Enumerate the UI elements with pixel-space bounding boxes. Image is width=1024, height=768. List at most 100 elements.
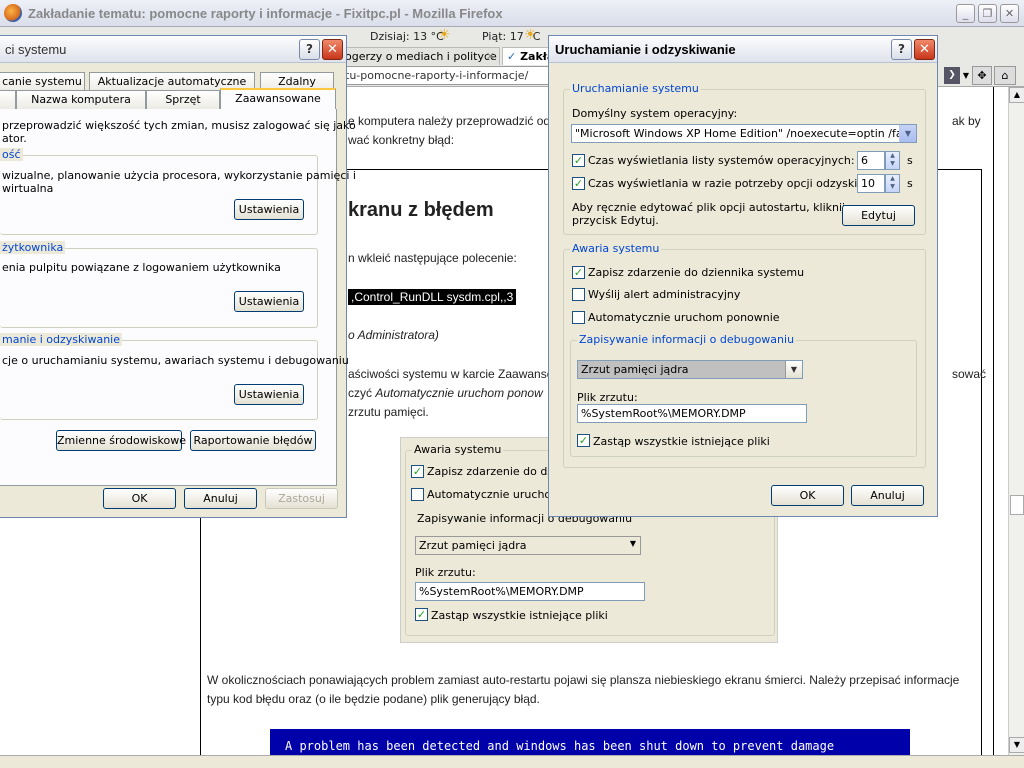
addon-icon[interactable]: ✥: [972, 66, 992, 85]
dialog-title-bar: ci systemu ? ✕: [0, 36, 346, 63]
screenshot-text: Plik zrzutu:: [415, 566, 476, 579]
scroll-down-icon[interactable]: ▼: [1009, 737, 1024, 753]
group-label: Uruchamianie systemu: [570, 82, 701, 95]
send-alert-label: Wyślij alert administracyjny: [588, 288, 741, 301]
dump-type-select[interactable]: Zrzut pamięci jądra ▼: [577, 360, 803, 379]
article-heading: kranu z błędem: [348, 199, 494, 221]
startup-recovery-group: manie i odzyskiwanie: [0, 333, 318, 420]
scroll-thumb[interactable]: [1010, 495, 1024, 515]
performance-text: wizualne, planowanie użycia procesora, w…: [2, 169, 356, 195]
edit-button[interactable]: Edytuj: [842, 205, 915, 226]
scroll-up-icon[interactable]: ▲: [1009, 87, 1024, 103]
tab-active[interactable]: ✓ Zakła: [502, 47, 550, 65]
tab-close-icon[interactable]: ✕: [486, 50, 495, 63]
default-os-select[interactable]: "Microsoft Windows XP Home Edition" /noe…: [571, 124, 917, 143]
seconds-unit: s: [907, 154, 913, 167]
tab-list-icon[interactable]: ❯: [944, 67, 960, 84]
close-icon[interactable]: ✕: [914, 39, 935, 60]
dump-file-input[interactable]: %SystemRoot%\MEMORY.DMP: [577, 404, 807, 423]
dialog-title: ci systemu: [5, 42, 67, 57]
time-list-checkbox[interactable]: ✓: [572, 154, 585, 167]
time-recovery-checkbox[interactable]: ✓: [572, 177, 585, 190]
cancel-button[interactable]: Anuluj: [184, 488, 257, 509]
dropdown-arrow-icon[interactable]: ▼: [899, 125, 916, 142]
close-icon[interactable]: ✕: [322, 39, 343, 60]
tab-advanced[interactable]: Zaawansowane: [220, 88, 336, 109]
weather-today[interactable]: Dzisiaj: 13 °C: [370, 30, 444, 43]
screenshot-combo: Zrzut pamięci jądra ▼: [415, 536, 641, 555]
command-code: ,Control_RunDLL sysdm.cpl,,3: [348, 289, 517, 305]
close-icon[interactable]: ✕: [1000, 4, 1019, 23]
tab-system-restore[interactable]: canie systemu: [0, 72, 85, 91]
page-scrollbar[interactable]: ▲ ▼: [1008, 87, 1024, 755]
overwrite-checkbox[interactable]: ✓: [577, 434, 590, 447]
firefox-logo-icon: [4, 4, 22, 22]
group-label: ość: [0, 148, 23, 161]
user-profiles-settings-button[interactable]: Ustawienia: [234, 291, 304, 312]
window-title: Zakładanie tematu: pomocne raporty i inf…: [28, 6, 503, 21]
tab-computer-name[interactable]: Nazwa komputera: [16, 90, 146, 109]
screenshot-text: Zastąp wszystkie istniejące pliki: [431, 609, 608, 622]
article-border: [993, 87, 994, 755]
dump-file-label: Plik zrzutu:: [577, 391, 638, 404]
default-os-value: "Microsoft Windows XP Home Edition" /noe…: [575, 127, 900, 140]
screenshot-checkbox: ✓: [411, 465, 424, 478]
time-recovery-spinner[interactable]: ▲ ▼: [885, 174, 900, 193]
dropdown-icon[interactable]: ▼: [960, 67, 972, 84]
startup-recovery-text: cje o uruchamianiu systemu, awariach sys…: [2, 354, 349, 367]
tab-hardware[interactable]: Sprzęt: [146, 90, 220, 109]
tab-panel: przeprowadzić większość tych zmian, musi…: [0, 109, 356, 486]
dialog-title-bar: Uruchamianie i odzyskiwanie ? ✕: [549, 36, 937, 63]
system-properties-dialog: ci systemu ? ✕ canie systemu Aktualizacj…: [0, 35, 356, 518]
auto-restart-checkbox[interactable]: [572, 311, 585, 324]
performance-group: ość: [0, 148, 318, 235]
article-text: sować: [952, 367, 987, 381]
dropdown-arrow-icon[interactable]: ▼: [785, 361, 802, 378]
home-icon[interactable]: ⌂: [994, 66, 1016, 85]
time-recovery-input[interactable]: 10: [857, 174, 885, 193]
user-profiles-text: enia pulpitu powiązane z logowaniem użyt…: [2, 261, 281, 274]
ok-button[interactable]: OK: [771, 485, 844, 506]
screenshot-checkbox: ✓: [415, 608, 428, 621]
intro-text: przeprowadzić większość tych zmian, musi…: [2, 119, 356, 145]
article-text: wać konkretny błąd:: [348, 133, 455, 147]
article-text: n wkleić następujące polecenie:: [348, 251, 517, 265]
time-recovery-label: Czas wyświetlania w razie potrzeby opcji…: [588, 177, 894, 190]
edit-instructions: Aby ręcznie edytować plik opcji autostar…: [572, 201, 846, 227]
apply-button[interactable]: Zastosuj: [265, 488, 338, 509]
tab-label: Zakła: [520, 50, 549, 63]
group-label: manie i odzyskiwanie: [0, 333, 122, 346]
help-icon[interactable]: ?: [299, 39, 320, 60]
write-event-checkbox[interactable]: ✓: [572, 266, 585, 279]
article-text: aściwości systemu w karcie Zaawansc: [348, 367, 553, 381]
minimize-icon[interactable]: _: [956, 4, 975, 23]
bsod-image: A problem has been detected and windows …: [270, 729, 910, 755]
dump-type-value: Zrzut pamięci jądra: [581, 363, 689, 376]
help-icon[interactable]: ?: [891, 39, 912, 60]
article-text: zrzutu pamięci.: [348, 405, 429, 419]
error-reporting-button[interactable]: Raportowanie błędów: [190, 430, 316, 451]
url-bar[interactable]: tu-pomocne-raporty-i-informacje/: [340, 66, 560, 85]
dropdown-arrow-icon: ▼: [629, 539, 636, 548]
startup-recovery-settings-button[interactable]: Ustawienia: [234, 384, 304, 405]
restore-icon[interactable]: ❐: [978, 4, 997, 23]
ok-button[interactable]: OK: [103, 488, 176, 509]
send-alert-checkbox[interactable]: [572, 288, 585, 301]
sun-icon: ☀: [524, 27, 537, 43]
seconds-unit: s: [907, 177, 913, 190]
article-text: e komputera należy przeprowadzić od: [348, 114, 551, 128]
environment-variables-button[interactable]: Zmienne środowiskowe: [56, 430, 186, 451]
screenshot-checkbox: [411, 488, 424, 501]
tab-politics[interactable]: ogerzy o mediach i polityce ✕: [340, 47, 500, 65]
tab-general[interactable]: [0, 90, 16, 109]
default-os-label: Domyślny system operacyjny:: [572, 107, 738, 120]
time-list-input[interactable]: 6: [857, 151, 885, 170]
group-label: Awaria systemu: [412, 443, 504, 456]
group-label: Zapisywanie informacji o debugowaniu: [577, 333, 797, 346]
startup-recovery-dialog: Uruchamianie i odzyskiwanie ? ✕ Uruchami…: [548, 35, 938, 517]
time-list-spinner[interactable]: ▲ ▼: [885, 151, 900, 170]
write-event-label: Zapisz zdarzenie do dziennika systemu: [588, 266, 805, 279]
fixitpc-favicon-icon: ✓: [507, 50, 517, 63]
performance-settings-button[interactable]: Ustawienia: [234, 199, 304, 220]
cancel-button[interactable]: Anuluj: [851, 485, 924, 506]
